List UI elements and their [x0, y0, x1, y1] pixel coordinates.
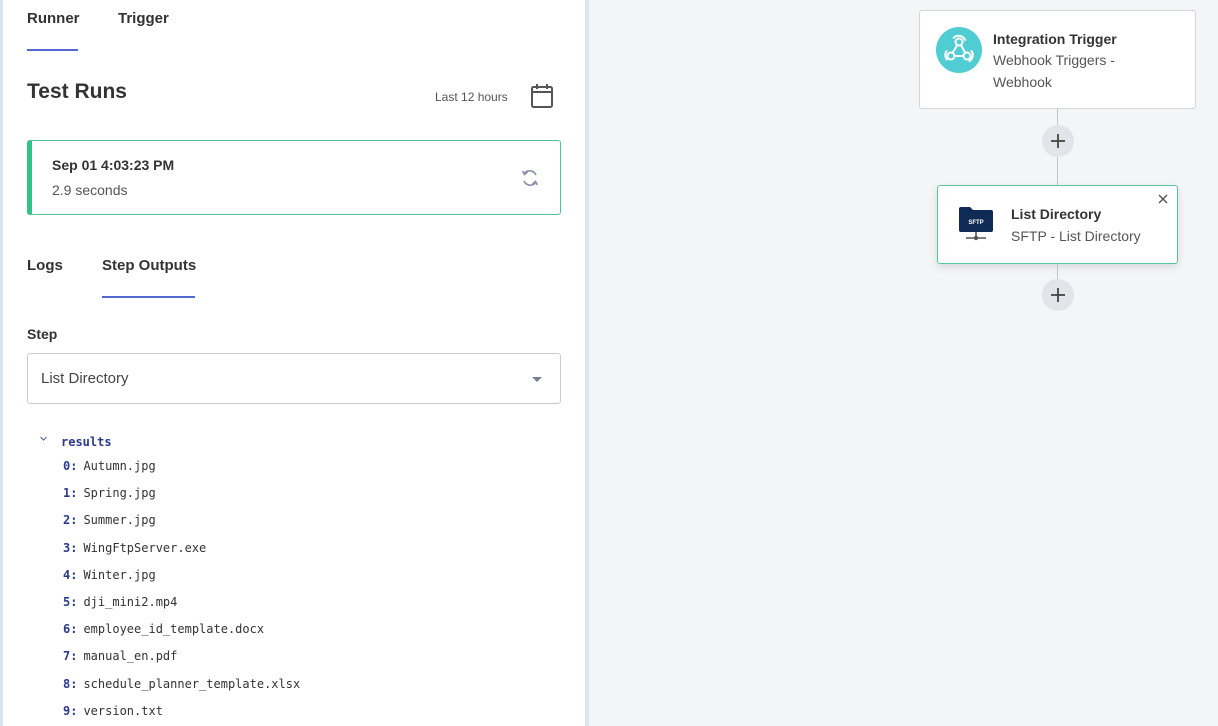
- webhook-icon: [936, 27, 982, 73]
- active-tab-indicator: [27, 49, 78, 51]
- step-select[interactable]: List Directory: [27, 353, 561, 404]
- tree-item-value: Winter.jpg: [83, 567, 156, 582]
- trigger-node[interactable]: Integration Trigger Webhook Triggers - W…: [919, 10, 1196, 109]
- tree-root-key: results: [61, 435, 112, 449]
- trigger-node-subtitle: Webhook Triggers - Webhook: [993, 52, 1115, 90]
- tree-item: 2: Summer.jpg: [63, 513, 300, 540]
- tree-item: 3: WingFtpServer.exe: [63, 541, 300, 568]
- add-step-button[interactable]: [1042, 279, 1074, 311]
- plus-icon: [1051, 288, 1065, 302]
- tree-item-value: WingFtpServer.exe: [83, 540, 207, 555]
- tree-item-index: 8:: [63, 676, 78, 691]
- trigger-node-title: Integration Trigger: [993, 31, 1117, 47]
- tree-item: 9: version.txt: [63, 704, 300, 726]
- add-step-button[interactable]: [1042, 125, 1074, 157]
- chevron-down-icon[interactable]: [39, 434, 49, 444]
- run-duration: 2.9 seconds: [52, 182, 128, 198]
- tree-item: 7: manual_en.pdf: [63, 649, 300, 676]
- tree-item-value: dji_mini2.mp4: [83, 594, 178, 609]
- tree-item-value: manual_en.pdf: [83, 649, 178, 664]
- close-icon[interactable]: [1157, 192, 1169, 204]
- tree-item-index: 7:: [63, 649, 78, 664]
- svg-text:SFTP: SFTP: [968, 220, 983, 226]
- tree-item: 4: Winter.jpg: [63, 568, 300, 595]
- runner-panel: Runner Trigger Test Runs Last 12 hours S…: [0, 0, 585, 726]
- connector-line: [1057, 157, 1058, 185]
- step-select-value: List Directory: [41, 370, 129, 387]
- run-timestamp: Sep 01 4:03:23 PM: [52, 157, 175, 173]
- active-output-tab-indicator: [102, 296, 195, 298]
- tree-item-value: schedule_planner_template.xlsx: [83, 676, 301, 691]
- tab-logs[interactable]: Logs: [27, 257, 63, 274]
- tree-items: 0: Autumn.jpg 1: Spring.jpg 2: Summer.jpg 3: Wi…: [63, 459, 300, 726]
- step-field-label: Step: [27, 326, 58, 342]
- step-node-subtitle: SFTP - List Directory: [1011, 228, 1141, 244]
- calendar-icon[interactable]: [530, 83, 554, 109]
- list-directory-step-node[interactable]: SFTP List Directory SFTP - List Director…: [937, 185, 1178, 264]
- tree-item: 6: employee_id_template.docx: [63, 622, 300, 649]
- tree-item-index: 6:: [63, 622, 78, 637]
- plus-icon: [1051, 134, 1065, 148]
- tree-item: 5: dji_mini2.mp4: [63, 595, 300, 622]
- tree-item-index: 4:: [63, 567, 78, 582]
- sftp-folder-icon: SFTP: [958, 205, 994, 243]
- tree-item-index: 2:: [63, 513, 78, 528]
- tab-step-outputs[interactable]: Step Outputs: [102, 257, 196, 274]
- tree-item-value: version.txt: [83, 703, 163, 718]
- tree-item: 1: Spring.jpg: [63, 486, 300, 513]
- tree-item-index: 5:: [63, 594, 78, 609]
- page-title: Test Runs: [27, 80, 127, 103]
- tree-item-index: 0:: [63, 459, 78, 473]
- caret-down-icon: [532, 377, 542, 382]
- tree-item: 8: schedule_planner_template.xlsx: [63, 677, 300, 704]
- time-range-label: Last 12 hours: [435, 90, 508, 104]
- tab-trigger[interactable]: Trigger: [118, 10, 169, 27]
- flow-canvas: Integration Trigger Webhook Triggers - W…: [589, 0, 1218, 726]
- tree-item-value: Spring.jpg: [83, 486, 156, 501]
- refresh-icon[interactable]: [520, 168, 540, 188]
- tree-item-value: Summer.jpg: [83, 513, 156, 528]
- tree-item: 0: Autumn.jpg: [63, 459, 300, 486]
- tree-item-index: 3:: [63, 540, 78, 555]
- step-node-title: List Directory: [1011, 206, 1102, 222]
- tree-item-value: employee_id_template.docx: [83, 622, 265, 637]
- connector-line: [1057, 109, 1058, 126]
- tree-item-index: 9:: [63, 703, 78, 718]
- tab-runner[interactable]: Runner: [27, 10, 80, 27]
- tree-item-value: Autumn.jpg: [83, 459, 156, 473]
- connector-line: [1057, 264, 1058, 280]
- test-run-card[interactable]: Sep 01 4:03:23 PM 2.9 seconds: [27, 140, 561, 215]
- tree-item-index: 1:: [63, 486, 78, 501]
